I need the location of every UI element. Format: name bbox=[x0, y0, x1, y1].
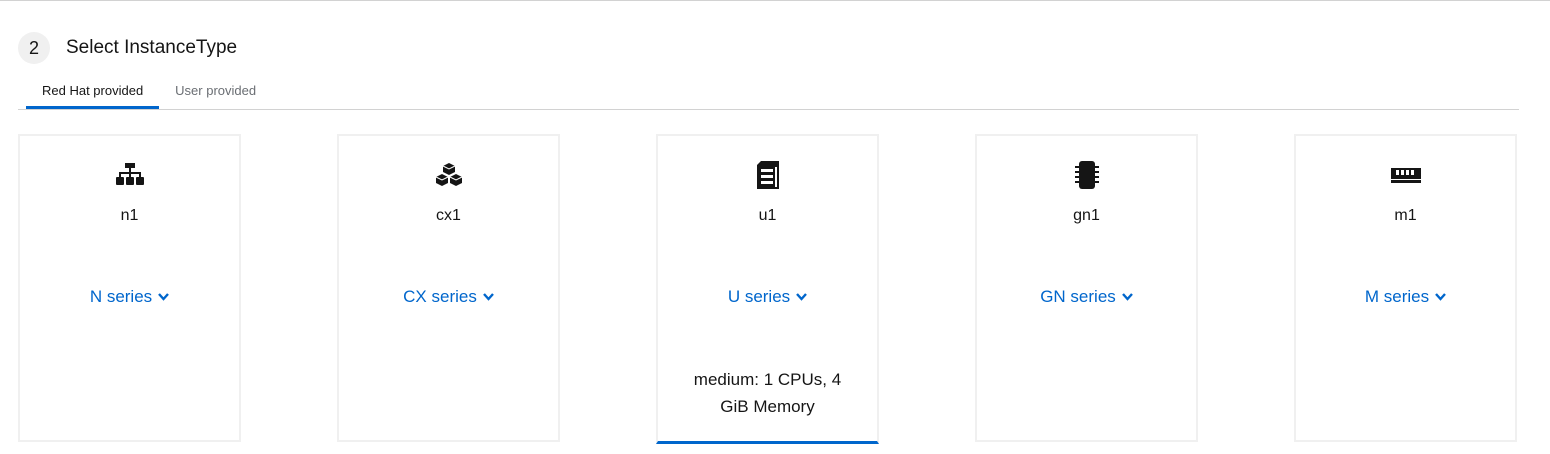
memory-icon bbox=[1296, 160, 1515, 190]
series-dropdown-toggle[interactable]: GN series bbox=[977, 287, 1196, 307]
instance-name: m1 bbox=[1394, 207, 1417, 224]
top-divider bbox=[0, 0, 1550, 1]
series-dropdown-toggle[interactable]: CX series bbox=[339, 287, 558, 307]
instance-card-cx1[interactable]: cx1 CX series bbox=[337, 134, 560, 442]
series-dropdown-toggle[interactable]: U series bbox=[658, 287, 877, 307]
series-dropdown-toggle[interactable]: M series bbox=[1296, 287, 1515, 307]
chevron-down-icon bbox=[1121, 293, 1133, 301]
chip-icon bbox=[977, 160, 1196, 190]
series-dropdown-toggle[interactable]: N series bbox=[20, 287, 239, 307]
cubes-icon bbox=[339, 160, 558, 190]
selected-size-description: medium: 1 CPUs, 4 GiB Memory bbox=[693, 370, 842, 416]
series-label: N series bbox=[89, 287, 153, 306]
instance-card-gn1[interactable]: gn1 GN series bbox=[975, 134, 1198, 442]
instance-name: u1 bbox=[758, 207, 777, 224]
instance-name: n1 bbox=[120, 207, 139, 224]
server-icon bbox=[658, 160, 877, 190]
series-label: CX series bbox=[403, 287, 477, 306]
series-label: U series bbox=[727, 287, 791, 306]
chevron-down-icon bbox=[482, 293, 494, 301]
instance-type-tabs: Red Hat provided User provided bbox=[18, 72, 1519, 110]
instance-name: cx1 bbox=[436, 207, 461, 224]
step-number-badge: 2 bbox=[18, 32, 50, 64]
tab-red-hat-provided[interactable]: Red Hat provided bbox=[26, 72, 160, 109]
chevron-down-icon bbox=[158, 293, 170, 301]
network-icon bbox=[20, 160, 239, 190]
chevron-down-icon bbox=[796, 293, 808, 301]
step-header: 2 Select InstanceType bbox=[18, 32, 237, 64]
series-label: M series bbox=[1364, 287, 1430, 306]
instance-card-m1[interactable]: m1 M series bbox=[1294, 134, 1517, 442]
tab-user-provided[interactable]: User provided bbox=[159, 72, 272, 109]
chevron-down-icon bbox=[1435, 293, 1447, 301]
instance-card-n1[interactable]: n1 N series bbox=[18, 134, 241, 442]
step-title: Select InstanceType bbox=[66, 37, 238, 58]
instance-name: gn1 bbox=[1073, 207, 1100, 224]
series-label: GN series bbox=[1040, 287, 1116, 306]
instance-card-u1[interactable]: u1 U series medium: 1 CPUs, 4 GiB Memory bbox=[656, 134, 879, 444]
